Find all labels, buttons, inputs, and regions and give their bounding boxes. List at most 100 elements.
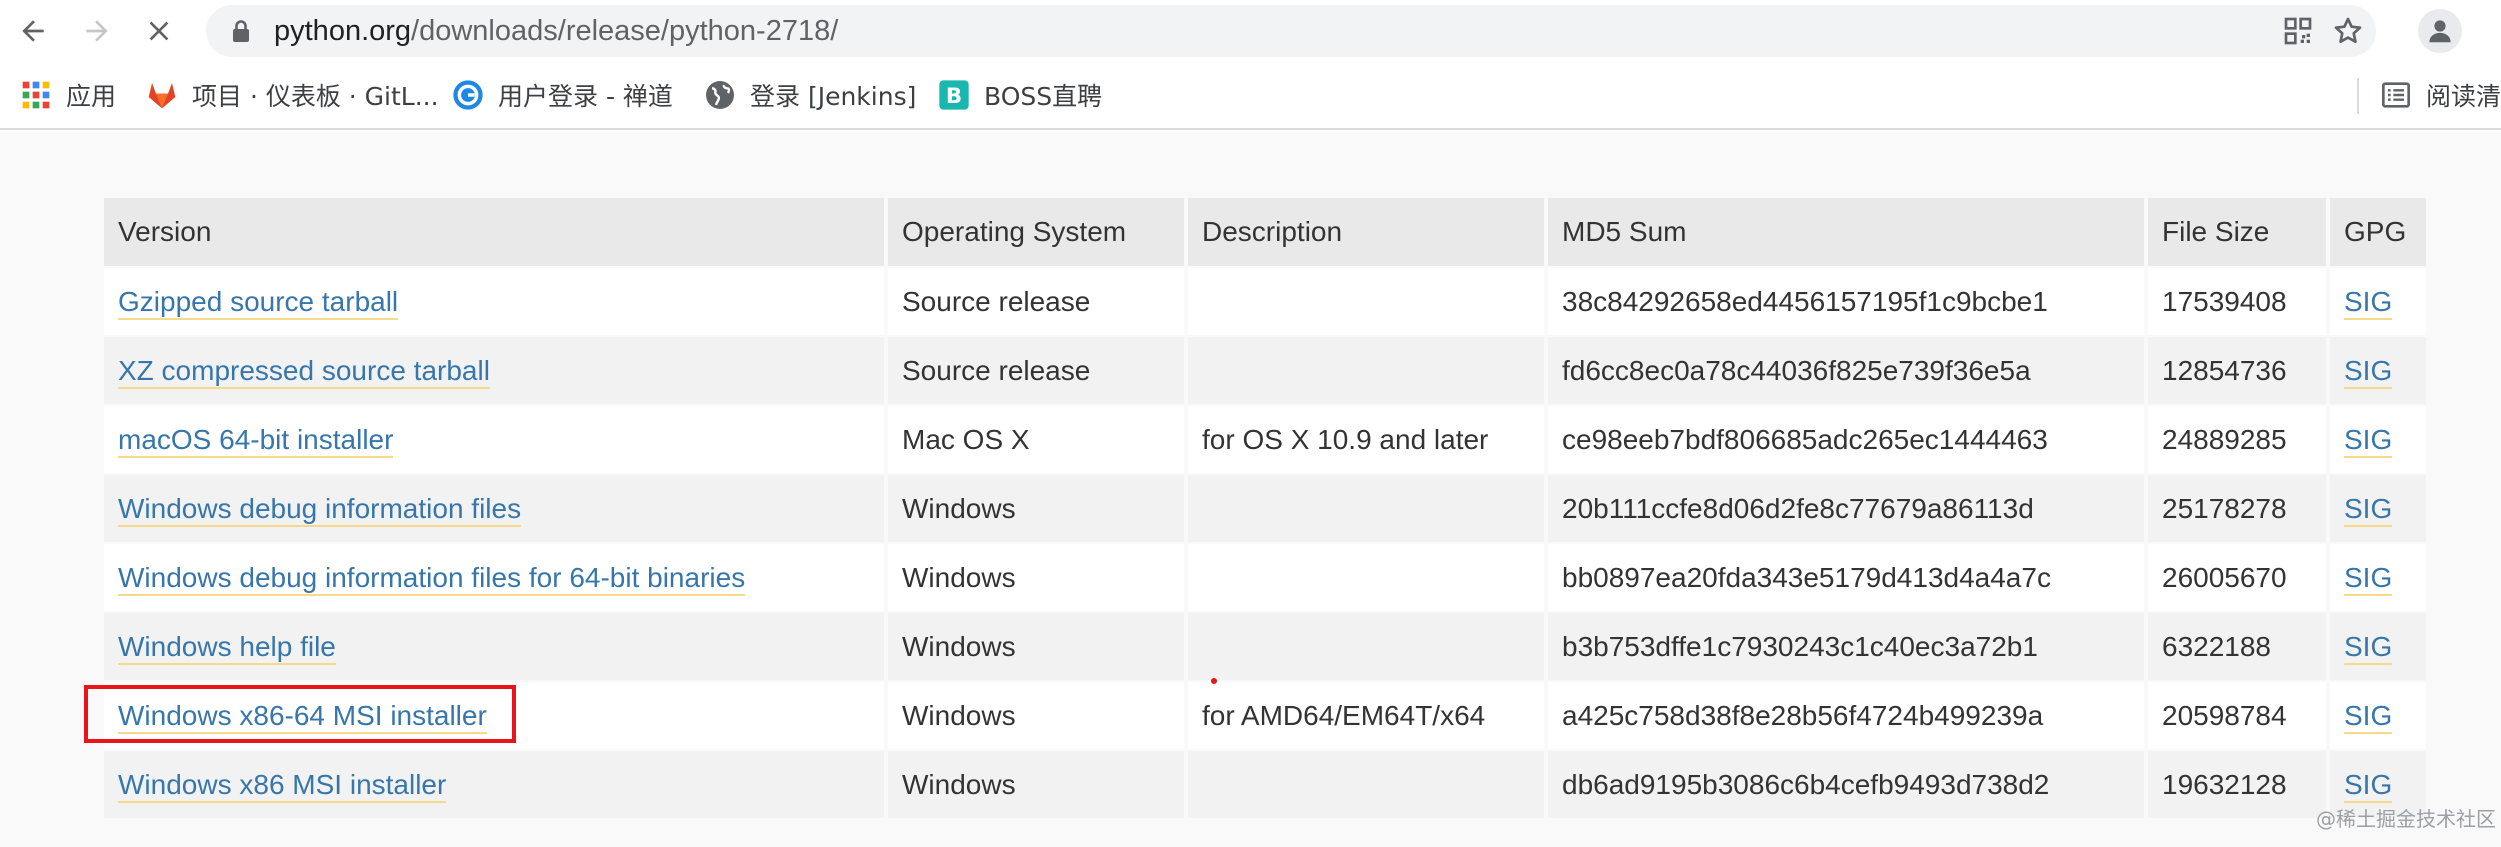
os-cell: Source release: [888, 337, 1184, 404]
gpg-cell: SIG: [2330, 613, 2426, 680]
download-link[interactable]: XZ compressed source tarball: [118, 354, 490, 389]
arrow-left-icon: [22, 20, 44, 42]
lock-icon: [233, 20, 249, 42]
version-cell: macOS 64-bit installer: [104, 406, 884, 473]
cursor-dot: [1211, 678, 1217, 684]
version-cell: XZ compressed source tarball: [104, 337, 884, 404]
download-link[interactable]: Windows x86 MSI installer: [118, 768, 447, 803]
md5-cell: bb0897ea20fda343e5179d413d4a4a7c: [1548, 544, 2144, 611]
os-cell: Windows: [888, 544, 1184, 611]
stop-loading-button[interactable]: [136, 8, 182, 54]
download-link[interactable]: Gzipped source tarball: [118, 285, 399, 320]
table-row: Gzipped source tarball Source release 38…: [104, 268, 2426, 335]
boss-icon: B: [939, 80, 969, 110]
file-size-cell: 17539408: [2148, 268, 2326, 335]
sig-link[interactable]: SIG: [2344, 561, 2393, 596]
bookmark-zentao[interactable]: 用户登录 - 禅道: [452, 62, 673, 128]
file-size-cell: 26005670: [2148, 544, 2326, 611]
version-cell: Windows debug information files for 64-b…: [104, 544, 884, 611]
sig-link[interactable]: SIG: [2344, 285, 2393, 320]
sig-link[interactable]: SIG: [2344, 492, 2393, 527]
table-row: macOS 64-bit installer Mac OS X for OS X…: [104, 406, 2426, 473]
column-header-md5: MD5 Sum: [1548, 198, 2144, 266]
gitlab-icon: [148, 83, 176, 109]
sig-link[interactable]: SIG: [2344, 354, 2393, 389]
qr-code-icon[interactable]: [2282, 15, 2314, 47]
download-link[interactable]: Windows debug information files for 64-b…: [118, 561, 746, 596]
bookmark-label: BOSS直聘: [984, 82, 1103, 111]
address-bar[interactable]: python.org/downloads/release/python-2718…: [206, 5, 2376, 57]
reading-list-label: 阅读清: [2426, 82, 2501, 111]
gpg-cell: SIG: [2330, 337, 2426, 404]
md5-cell: b3b753dffe1c7930243c1c40ec3a72b1: [1548, 613, 2144, 680]
md5-cell: ce98eeb7bdf806685adc265ec1444463: [1548, 406, 2144, 473]
md5-cell: 20b111ccfe8d06d2fe8c77679a86113d: [1548, 475, 2144, 542]
svg-text:B: B: [946, 84, 962, 109]
bookmark-gitlab[interactable]: 项目 · 仪表板 · GitL...: [146, 62, 439, 128]
column-header-file-size: File Size: [2148, 198, 2326, 266]
bookmark-label: 用户登录 - 禅道: [498, 82, 673, 111]
os-cell: Windows: [888, 751, 1184, 818]
reading-list-icon: [2382, 82, 2410, 108]
file-size-cell: 12854736: [2148, 337, 2326, 404]
arrow-right-icon: [86, 20, 108, 42]
column-header-description: Description: [1188, 198, 1544, 266]
bookmark-star-icon[interactable]: [2332, 15, 2364, 47]
md5-cell: a425c758d38f8e28b56f4724b499239a: [1548, 682, 2144, 749]
profile-avatar[interactable]: [2418, 9, 2462, 53]
zentao-icon: [453, 80, 483, 110]
sig-link[interactable]: SIG: [2344, 699, 2393, 734]
gpg-cell: SIG: [2330, 406, 2426, 473]
back-button[interactable]: [10, 8, 56, 54]
version-cell: Windows debug information files: [104, 475, 884, 542]
md5-cell: 38c84292658ed4456157195f1c9bcbe1: [1548, 268, 2144, 335]
version-cell: Windows x86-64 MSI installer: [104, 682, 884, 749]
download-link[interactable]: macOS 64-bit installer: [118, 423, 394, 458]
bookmarks-bar: 应用 项目 · 仪表板 · GitL... 用户登录 - 禅道 登录 [Jenk…: [0, 62, 2501, 130]
bookmarks-divider: [2357, 78, 2359, 114]
table-row: Windows help file Windows b3b753dffe1c79…: [104, 613, 2426, 680]
description-cell: for OS X 10.9 and later: [1188, 406, 1544, 473]
url-path: /downloads/release/python-2718/: [411, 15, 839, 47]
description-cell: [1188, 475, 1544, 542]
gpg-cell: SIG: [2330, 268, 2426, 335]
close-icon: [149, 21, 169, 41]
url-text[interactable]: python.org/downloads/release/python-2718…: [274, 5, 838, 57]
reading-list-button[interactable]: 阅读清: [2380, 62, 2501, 128]
os-cell: Windows: [888, 475, 1184, 542]
downloads-table: Version Operating System Description MD5…: [100, 196, 2430, 820]
bookmark-boss[interactable]: B BOSS直聘: [938, 62, 1102, 128]
description-cell: [1188, 544, 1544, 611]
sig-link[interactable]: SIG: [2344, 423, 2393, 458]
version-cell: Gzipped source tarball: [104, 268, 884, 335]
bookmark-jenkins[interactable]: 登录 [Jenkins]: [704, 62, 916, 128]
description-cell: [1188, 268, 1544, 335]
md5-cell: db6ad9195b3086c6b4cefb9493d738d2: [1548, 751, 2144, 818]
table-row: Windows x86-64 MSI installer Windows for…: [104, 682, 2426, 749]
url-host: python.org: [274, 15, 412, 47]
md5-cell: fd6cc8ec0a78c44036f825e739f36e5a: [1548, 337, 2144, 404]
sig-link[interactable]: SIG: [2344, 768, 2393, 803]
gpg-cell: SIG: [2330, 544, 2426, 611]
sig-link[interactable]: SIG: [2344, 630, 2393, 665]
column-header-gpg: GPG: [2330, 198, 2426, 266]
table-row: Windows debug information files for 64-b…: [104, 544, 2426, 611]
os-cell: Windows: [888, 613, 1184, 680]
download-link[interactable]: Windows debug information files: [118, 492, 522, 527]
column-header-os: Operating System: [888, 198, 1184, 266]
bookmark-label: 登录 [Jenkins]: [750, 82, 917, 111]
os-cell: Windows: [888, 682, 1184, 749]
globe-icon: [706, 81, 734, 109]
gpg-cell: SIG: [2330, 682, 2426, 749]
download-link[interactable]: Windows x86-64 MSI installer: [118, 699, 487, 734]
table-header-row: Version Operating System Description MD5…: [104, 198, 2426, 266]
bookmark-apps[interactable]: 应用: [20, 62, 116, 128]
forward-button[interactable]: [74, 8, 120, 54]
download-link[interactable]: Windows help file: [118, 630, 336, 665]
version-cell: Windows x86 MSI installer: [104, 751, 884, 818]
description-cell: [1188, 337, 1544, 404]
file-size-cell: 19632128: [2148, 751, 2326, 818]
description-cell: for AMD64/EM64T/x64: [1188, 682, 1544, 749]
page-content: Version Operating System Description MD5…: [0, 132, 2501, 847]
description-cell: [1188, 751, 1544, 818]
